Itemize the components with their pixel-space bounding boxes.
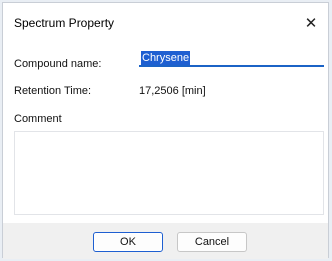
title-bar: Spectrum Property ✕ (3, 3, 328, 41)
cancel-button[interactable]: Cancel (177, 232, 247, 252)
dialog-title: Spectrum Property (14, 16, 115, 30)
close-icon[interactable]: ✕ (298, 10, 324, 36)
compound-name-label: Compound name: (14, 58, 102, 70)
compound-name-value: Chrysene (141, 51, 191, 65)
comment-label: Comment (14, 113, 62, 125)
retention-time-value: 17,2506 [min] (139, 85, 206, 97)
compound-name-input[interactable]: Chrysene (139, 50, 324, 67)
comment-textarea[interactable] (14, 131, 324, 215)
spectrum-property-dialog: Spectrum Property ✕ Compound name: Chrys… (2, 2, 329, 259)
dialog-footer (3, 223, 328, 259)
ok-button[interactable]: OK (93, 232, 163, 252)
retention-time-label: Retention Time: (14, 85, 92, 97)
